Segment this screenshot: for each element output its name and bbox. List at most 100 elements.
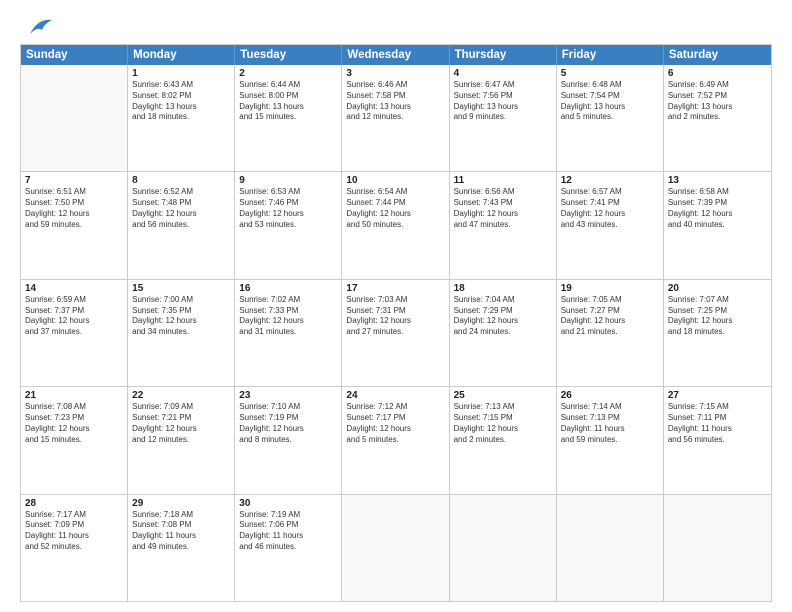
day-cell-12: 12Sunrise: 6:57 AM Sunset: 7:41 PM Dayli…: [557, 172, 664, 278]
day-info: Sunrise: 6:47 AM Sunset: 7:56 PM Dayligh…: [454, 80, 552, 123]
day-cell-20: 20Sunrise: 7:07 AM Sunset: 7:25 PM Dayli…: [664, 280, 771, 386]
day-number: 2: [239, 68, 337, 79]
day-cell-11: 11Sunrise: 6:56 AM Sunset: 7:43 PM Dayli…: [450, 172, 557, 278]
day-number: 6: [668, 68, 767, 79]
day-info: Sunrise: 7:19 AM Sunset: 7:06 PM Dayligh…: [239, 510, 337, 553]
logo: [20, 16, 54, 34]
day-cell-empty: [450, 495, 557, 601]
day-number: 1: [132, 68, 230, 79]
header-day-tuesday: Tuesday: [235, 45, 342, 65]
day-cell-3: 3Sunrise: 6:46 AM Sunset: 7:58 PM Daylig…: [342, 65, 449, 171]
day-info: Sunrise: 6:46 AM Sunset: 7:58 PM Dayligh…: [346, 80, 444, 123]
day-number: 19: [561, 283, 659, 294]
day-cell-8: 8Sunrise: 6:52 AM Sunset: 7:48 PM Daylig…: [128, 172, 235, 278]
day-info: Sunrise: 6:43 AM Sunset: 8:02 PM Dayligh…: [132, 80, 230, 123]
day-cell-30: 30Sunrise: 7:19 AM Sunset: 7:06 PM Dayli…: [235, 495, 342, 601]
day-info: Sunrise: 7:18 AM Sunset: 7:08 PM Dayligh…: [132, 510, 230, 553]
day-info: Sunrise: 6:56 AM Sunset: 7:43 PM Dayligh…: [454, 187, 552, 230]
day-cell-19: 19Sunrise: 7:05 AM Sunset: 7:27 PM Dayli…: [557, 280, 664, 386]
day-cell-27: 27Sunrise: 7:15 AM Sunset: 7:11 PM Dayli…: [664, 387, 771, 493]
day-number: 8: [132, 175, 230, 186]
day-number: 24: [346, 390, 444, 401]
day-number: 21: [25, 390, 123, 401]
day-info: Sunrise: 7:13 AM Sunset: 7:15 PM Dayligh…: [454, 402, 552, 445]
day-info: Sunrise: 7:02 AM Sunset: 7:33 PM Dayligh…: [239, 295, 337, 338]
day-info: Sunrise: 7:17 AM Sunset: 7:09 PM Dayligh…: [25, 510, 123, 553]
calendar-header: SundayMondayTuesdayWednesdayThursdayFrid…: [21, 45, 771, 65]
day-info: Sunrise: 7:14 AM Sunset: 7:13 PM Dayligh…: [561, 402, 659, 445]
day-cell-7: 7Sunrise: 6:51 AM Sunset: 7:50 PM Daylig…: [21, 172, 128, 278]
logo-bird-icon: [22, 16, 54, 38]
calendar-body: 1Sunrise: 6:43 AM Sunset: 8:02 PM Daylig…: [21, 65, 771, 601]
calendar-row-3: 14Sunrise: 6:59 AM Sunset: 7:37 PM Dayli…: [21, 280, 771, 387]
header-day-saturday: Saturday: [664, 45, 771, 65]
day-number: 27: [668, 390, 767, 401]
day-cell-9: 9Sunrise: 6:53 AM Sunset: 7:46 PM Daylig…: [235, 172, 342, 278]
day-cell-29: 29Sunrise: 7:18 AM Sunset: 7:08 PM Dayli…: [128, 495, 235, 601]
day-info: Sunrise: 6:44 AM Sunset: 8:00 PM Dayligh…: [239, 80, 337, 123]
day-cell-15: 15Sunrise: 7:00 AM Sunset: 7:35 PM Dayli…: [128, 280, 235, 386]
day-cell-13: 13Sunrise: 6:58 AM Sunset: 7:39 PM Dayli…: [664, 172, 771, 278]
day-info: Sunrise: 7:10 AM Sunset: 7:19 PM Dayligh…: [239, 402, 337, 445]
header-day-friday: Friday: [557, 45, 664, 65]
day-cell-18: 18Sunrise: 7:04 AM Sunset: 7:29 PM Dayli…: [450, 280, 557, 386]
day-info: Sunrise: 6:48 AM Sunset: 7:54 PM Dayligh…: [561, 80, 659, 123]
day-info: Sunrise: 7:03 AM Sunset: 7:31 PM Dayligh…: [346, 295, 444, 338]
calendar-row-5: 28Sunrise: 7:17 AM Sunset: 7:09 PM Dayli…: [21, 495, 771, 601]
day-cell-21: 21Sunrise: 7:08 AM Sunset: 7:23 PM Dayli…: [21, 387, 128, 493]
day-number: 10: [346, 175, 444, 186]
day-cell-25: 25Sunrise: 7:13 AM Sunset: 7:15 PM Dayli…: [450, 387, 557, 493]
day-number: 11: [454, 175, 552, 186]
day-info: Sunrise: 6:49 AM Sunset: 7:52 PM Dayligh…: [668, 80, 767, 123]
day-number: 23: [239, 390, 337, 401]
day-cell-5: 5Sunrise: 6:48 AM Sunset: 7:54 PM Daylig…: [557, 65, 664, 171]
day-info: Sunrise: 7:05 AM Sunset: 7:27 PM Dayligh…: [561, 295, 659, 338]
day-number: 26: [561, 390, 659, 401]
day-number: 29: [132, 498, 230, 509]
day-info: Sunrise: 6:53 AM Sunset: 7:46 PM Dayligh…: [239, 187, 337, 230]
day-cell-22: 22Sunrise: 7:09 AM Sunset: 7:21 PM Dayli…: [128, 387, 235, 493]
day-cell-24: 24Sunrise: 7:12 AM Sunset: 7:17 PM Dayli…: [342, 387, 449, 493]
day-number: 30: [239, 498, 337, 509]
header-day-wednesday: Wednesday: [342, 45, 449, 65]
day-cell-10: 10Sunrise: 6:54 AM Sunset: 7:44 PM Dayli…: [342, 172, 449, 278]
day-number: 28: [25, 498, 123, 509]
day-info: Sunrise: 6:57 AM Sunset: 7:41 PM Dayligh…: [561, 187, 659, 230]
header-day-thursday: Thursday: [450, 45, 557, 65]
day-info: Sunrise: 7:00 AM Sunset: 7:35 PM Dayligh…: [132, 295, 230, 338]
day-cell-26: 26Sunrise: 7:14 AM Sunset: 7:13 PM Dayli…: [557, 387, 664, 493]
day-cell-empty: [557, 495, 664, 601]
day-cell-16: 16Sunrise: 7:02 AM Sunset: 7:33 PM Dayli…: [235, 280, 342, 386]
day-number: 25: [454, 390, 552, 401]
day-info: Sunrise: 7:12 AM Sunset: 7:17 PM Dayligh…: [346, 402, 444, 445]
day-info: Sunrise: 6:52 AM Sunset: 7:48 PM Dayligh…: [132, 187, 230, 230]
day-info: Sunrise: 7:15 AM Sunset: 7:11 PM Dayligh…: [668, 402, 767, 445]
day-number: 14: [25, 283, 123, 294]
calendar: SundayMondayTuesdayWednesdayThursdayFrid…: [20, 44, 772, 602]
day-cell-empty: [664, 495, 771, 601]
day-info: Sunrise: 6:59 AM Sunset: 7:37 PM Dayligh…: [25, 295, 123, 338]
day-info: Sunrise: 6:58 AM Sunset: 7:39 PM Dayligh…: [668, 187, 767, 230]
day-cell-4: 4Sunrise: 6:47 AM Sunset: 7:56 PM Daylig…: [450, 65, 557, 171]
day-number: 12: [561, 175, 659, 186]
day-number: 7: [25, 175, 123, 186]
day-number: 3: [346, 68, 444, 79]
header-day-monday: Monday: [128, 45, 235, 65]
day-info: Sunrise: 7:07 AM Sunset: 7:25 PM Dayligh…: [668, 295, 767, 338]
page: SundayMondayTuesdayWednesdayThursdayFrid…: [0, 0, 792, 612]
day-cell-17: 17Sunrise: 7:03 AM Sunset: 7:31 PM Dayli…: [342, 280, 449, 386]
header-day-sunday: Sunday: [21, 45, 128, 65]
day-cell-2: 2Sunrise: 6:44 AM Sunset: 8:00 PM Daylig…: [235, 65, 342, 171]
day-info: Sunrise: 7:08 AM Sunset: 7:23 PM Dayligh…: [25, 402, 123, 445]
day-number: 20: [668, 283, 767, 294]
calendar-row-2: 7Sunrise: 6:51 AM Sunset: 7:50 PM Daylig…: [21, 172, 771, 279]
day-info: Sunrise: 6:54 AM Sunset: 7:44 PM Dayligh…: [346, 187, 444, 230]
calendar-row-4: 21Sunrise: 7:08 AM Sunset: 7:23 PM Dayli…: [21, 387, 771, 494]
calendar-row-1: 1Sunrise: 6:43 AM Sunset: 8:02 PM Daylig…: [21, 65, 771, 172]
day-info: Sunrise: 7:09 AM Sunset: 7:21 PM Dayligh…: [132, 402, 230, 445]
day-number: 5: [561, 68, 659, 79]
header: [20, 16, 772, 34]
day-cell-1: 1Sunrise: 6:43 AM Sunset: 8:02 PM Daylig…: [128, 65, 235, 171]
day-cell-14: 14Sunrise: 6:59 AM Sunset: 7:37 PM Dayli…: [21, 280, 128, 386]
day-number: 4: [454, 68, 552, 79]
